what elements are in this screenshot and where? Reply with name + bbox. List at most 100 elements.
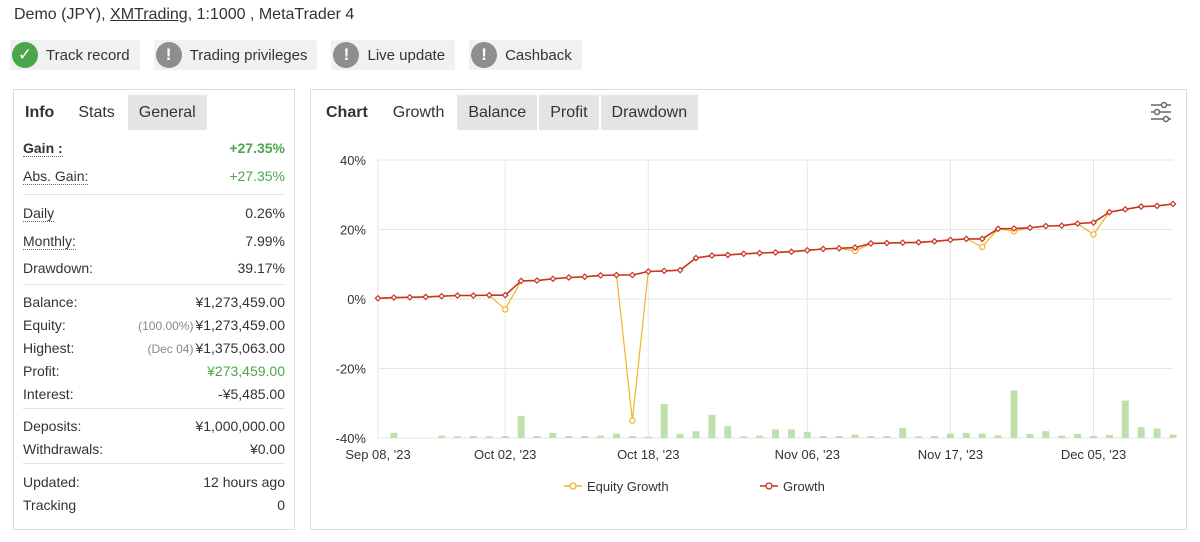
equity-value: ¥1,273,459.00: [195, 316, 285, 333]
tracking-label: Tracking: [23, 496, 77, 513]
balance-group: Balance: ¥1,273,459.00 Equity: (100.00%)…: [23, 284, 285, 408]
daily-value: 0.26%: [245, 205, 285, 221]
volume-bar: [978, 433, 986, 438]
updated-group: Updated: 12 hours ago Tracking 0: [23, 463, 285, 516]
monthly-value: 7.99%: [245, 233, 285, 249]
gain-label[interactable]: Gain :: [23, 140, 63, 157]
tab-growth[interactable]: Growth: [381, 95, 456, 130]
volume-bar: [819, 435, 827, 438]
y-tick-label: 20%: [340, 223, 366, 238]
badge-trading-privileges[interactable]: ! Trading privileges: [153, 40, 318, 70]
abs-gain-value: +27.35%: [229, 168, 285, 184]
interest-label: Interest:: [23, 385, 74, 402]
legend-growth-marker: [765, 482, 773, 490]
volume-bar: [740, 436, 748, 438]
volume-bar: [438, 435, 446, 438]
chart-tabs: Chart Growth Balance Profit Drawdown: [311, 90, 1186, 130]
volume-bar: [565, 435, 573, 438]
volume-bar: [1058, 435, 1066, 438]
x-tick-label: Oct 02, '23: [474, 447, 536, 462]
daily-label[interactable]: Daily: [23, 205, 55, 222]
volume-bar: [644, 436, 652, 438]
drawdown-value: 39.17%: [237, 260, 285, 276]
withdrawals-label: Withdrawals:: [23, 440, 104, 457]
updated-label: Updated:: [23, 473, 80, 490]
exclamation-icon: !: [471, 42, 498, 68]
tab-drawdown[interactable]: Drawdown: [600, 95, 699, 130]
volume-bar: [724, 426, 732, 438]
gain-row: Gain : +27.35%: [23, 134, 285, 162]
tab-info[interactable]: Info: [14, 95, 66, 130]
account-header: Demo (JPY), XMTrading, 1:1000 , MetaTrad…: [14, 6, 354, 24]
equity-point: [1090, 231, 1097, 238]
daily-row: Daily 0.26%: [23, 199, 285, 227]
volume-bar: [851, 434, 859, 438]
volume-bar: [787, 429, 795, 438]
volume-bar: [692, 431, 700, 438]
monthly-row: Monthly: 7.99%: [23, 227, 285, 255]
abs-gain-label[interactable]: Abs. Gain:: [23, 168, 89, 185]
balance-value: ¥1,273,459.00: [195, 293, 285, 310]
monthly-label[interactable]: Monthly:: [23, 233, 76, 250]
withdrawals-row: Withdrawals: ¥0.00: [23, 437, 285, 460]
updated-row: Updated: 12 hours ago: [23, 470, 285, 493]
volume-bar: [501, 435, 509, 438]
volume-bar: [867, 435, 875, 438]
volume-bar: [660, 404, 668, 438]
rate-group: Daily 0.26% Monthly: 7.99% Drawdown: 39.…: [23, 194, 285, 284]
x-tick-label: Oct 18, '23: [617, 447, 679, 462]
tab-stats[interactable]: Stats: [67, 95, 126, 130]
drawdown-row: Drawdown: 39.17%: [23, 255, 285, 281]
x-tick-label: Sep 08, '23: [345, 447, 410, 462]
tab-chart[interactable]: Chart: [311, 95, 380, 130]
volume-bar: [469, 435, 477, 438]
stats-list: Gain : +27.35% Abs. Gain: +27.35% Daily …: [14, 130, 294, 516]
legend-growth[interactable]: Growth: [783, 479, 825, 494]
drawdown-label: Drawdown:: [23, 260, 94, 276]
deposits-row: Deposits: ¥1,000,000.00: [23, 414, 285, 437]
tab-profit[interactable]: Profit: [539, 95, 599, 130]
equity-point: [979, 243, 986, 251]
gain-value: +27.35%: [229, 140, 285, 156]
badge-live-update[interactable]: ! Live update: [331, 40, 456, 70]
volume-bar: [899, 427, 907, 438]
broker-link[interactable]: XMTrading: [110, 6, 188, 23]
volume-bar: [454, 436, 461, 438]
balance-row: Balance: ¥1,273,459.00: [23, 290, 285, 313]
highest-row: Highest: (Dec 04) ¥1,375,063.00: [23, 336, 285, 359]
volume-bar: [1137, 427, 1145, 438]
highest-label: Highest:: [23, 339, 75, 356]
equity-percent: (100.00%): [138, 318, 194, 333]
interest-row: Interest: -¥5,485.00: [23, 382, 285, 405]
check-icon: ✓: [12, 42, 38, 68]
volume-bar: [756, 435, 764, 438]
volume-bar: [549, 432, 557, 438]
highest-date: (Dec 04): [147, 341, 194, 356]
volume-bar: [628, 435, 636, 438]
volume-bar: [613, 433, 620, 438]
exclamation-icon: !: [333, 42, 360, 68]
status-badges: ✓ Track record ! Trading privileges ! Li…: [10, 40, 582, 70]
volume-bar: [1042, 431, 1050, 438]
volume-bar: [1074, 433, 1082, 438]
tab-balance[interactable]: Balance: [457, 95, 538, 130]
badge-cashback[interactable]: ! Cashback: [469, 40, 582, 70]
badge-track-record[interactable]: ✓ Track record: [10, 40, 140, 70]
volume-bar: [962, 432, 970, 438]
volume-bar: [915, 436, 923, 438]
profit-row: Profit: ¥273,459.00: [23, 359, 285, 382]
volume-bar: [994, 435, 1002, 438]
profit-label: Profit:: [23, 362, 60, 379]
settings-sliders-icon[interactable]: [1148, 99, 1174, 125]
volume-bar: [803, 431, 811, 438]
exclamation-icon: !: [155, 42, 182, 68]
tab-general[interactable]: General: [127, 95, 207, 130]
volume-bar: [1153, 428, 1161, 438]
account-details: , 1:1000 , MetaTrader 4: [187, 6, 355, 23]
legend-equity-growth[interactable]: Equity Growth: [587, 479, 669, 494]
updated-value: 12 hours ago: [203, 473, 285, 490]
equity-label: Equity:: [23, 316, 66, 333]
equity-row: Equity: (100.00%) ¥1,273,459.00: [23, 313, 285, 336]
volume-bar: [517, 415, 525, 438]
volume-bar: [772, 429, 779, 438]
